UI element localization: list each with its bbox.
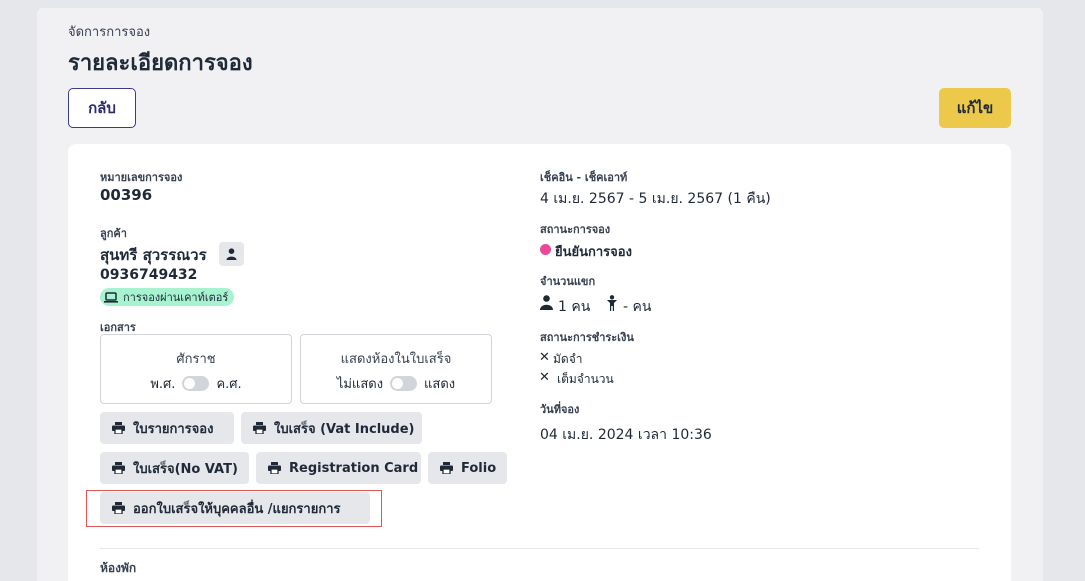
print-booking-list-button[interactable]: ใบรายการจอง <box>100 412 234 444</box>
customer-name: สุนทรี สุวรรณวร <box>100 246 207 264</box>
customer-profile-button[interactable] <box>219 242 244 266</box>
print-registration-card-button[interactable]: Registration Card <box>256 452 421 484</box>
booking-date-value: 04 เม.ย. 2024 เวลา 10:36 <box>540 427 712 443</box>
print-receipt-no-vat-label: ใบเสร็จ(No VAT) <box>133 461 238 477</box>
adult-icon <box>540 295 553 310</box>
print-receipt-no-vat-button[interactable]: ใบเสร็จ(No VAT) <box>100 452 249 484</box>
room-on-receipt-title: แสดงห้องในใบเสร็จ <box>340 352 452 367</box>
print-booking-list-label: ใบรายการจอง <box>133 421 214 437</box>
breadcrumb: จัดการการจอง <box>68 25 151 40</box>
room-on-receipt-toggle[interactable] <box>390 376 418 391</box>
payment-status-label: สถานะการชำระเงิน <box>540 331 634 344</box>
era-right-label: ค.ศ. <box>216 377 242 392</box>
customer-phone: 0936749432 <box>100 267 198 283</box>
booking-date-label: วันที่จอง <box>540 403 580 416</box>
room-on-receipt-option-box: แสดงห้องในใบเสร็จ ไม่แสดง แสดง <box>300 334 492 404</box>
booking-number: 00396 <box>100 186 153 204</box>
checkin-checkout-label: เช็คอิน - เช็คเอาท์ <box>540 171 628 184</box>
deposit-x-icon: ✕ <box>539 350 550 365</box>
status-dot <box>540 244 551 255</box>
channel-badge-label: การจองผ่านเคาท์เตอร์ <box>123 291 229 304</box>
booking-status-label: สถานะการจอง <box>540 223 611 236</box>
edit-button[interactable]: แก้ไข <box>939 88 1011 128</box>
customer-label: ลูกค้า <box>100 227 127 240</box>
checkin-checkout-value: 4 เม.ย. 2567 - 5 เม.ย. 2567 (1 คืน) <box>540 191 771 207</box>
full-payment-x-icon: ✕ <box>539 370 550 385</box>
printer-icon <box>440 462 453 474</box>
print-receipt-vat-include-button[interactable]: ใบเสร็จ (Vat Include) <box>241 412 422 444</box>
deposit-label: มัดจำ <box>553 352 583 366</box>
print-folio-label: Folio <box>461 460 497 476</box>
room-on-receipt-left-label: ไม่แสดง <box>336 377 384 392</box>
rooms-label: ห้องพัก <box>100 561 137 575</box>
era-title: ศักราช <box>176 352 216 367</box>
back-button[interactable]: กลับ <box>68 88 136 128</box>
user-icon <box>226 248 237 260</box>
divider <box>100 548 979 549</box>
printer-icon <box>268 462 281 474</box>
print-registration-card-label: Registration Card <box>289 460 419 476</box>
laptop-icon <box>104 291 118 303</box>
guest-count-label: จำนวนแขก <box>540 275 596 288</box>
era-left-label: พ.ศ. <box>150 377 176 392</box>
full-payment-label: เต็มจำนวน <box>557 372 614 386</box>
room-on-receipt-right-label: แสดง <box>424 377 456 392</box>
child-count: - คน <box>623 299 652 315</box>
booking-status-value: ยืนยันการจอง <box>555 245 632 260</box>
channel-badge: การจองผ่านเคาท์เตอร์ <box>100 288 235 306</box>
printer-icon <box>112 462 125 474</box>
print-folio-button[interactable]: Folio <box>428 452 507 484</box>
page-title: รายละเอียดการจอง <box>68 51 253 76</box>
printer-icon <box>253 422 266 434</box>
booking-number-label: หมายเลขการจอง <box>100 171 183 184</box>
child-icon <box>606 295 618 311</box>
highlight-frame <box>86 490 382 527</box>
era-option-box: ศักราช พ.ศ. ค.ศ. <box>100 334 292 404</box>
adult-count: 1 คน <box>558 299 591 315</box>
print-receipt-vat-include-label: ใบเสร็จ (Vat Include) <box>274 421 415 437</box>
printer-icon <box>112 422 125 434</box>
era-toggle[interactable] <box>182 376 210 391</box>
